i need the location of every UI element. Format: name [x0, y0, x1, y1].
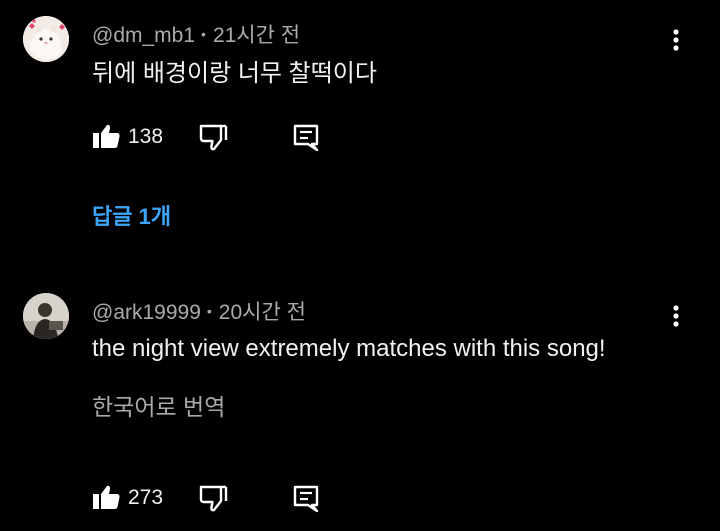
reply-comment-icon — [293, 124, 319, 152]
more-vertical-icon — [673, 29, 679, 51]
person-avatar-icon — [23, 293, 69, 339]
thumbs-down-icon — [199, 124, 228, 151]
thumbs-down-icon — [199, 485, 228, 512]
reply-button[interactable] — [292, 123, 322, 153]
comment-text: 뒤에 배경이랑 너무 찰떡이다 — [92, 60, 377, 87]
user-avatar[interactable] — [23, 16, 69, 62]
comment-actions: 138 — [92, 121, 392, 153]
comment-time: 20시간 전 — [218, 301, 306, 324]
thumbs-up-icon — [93, 124, 120, 148]
view-replies-link[interactable]: 답글 1개 — [92, 204, 171, 230]
comment-meta: @dm_mb1 • 21시간 전 — [92, 22, 300, 48]
thumbs-up-icon — [93, 485, 120, 509]
translate-link[interactable]: 한국어로 번역 — [92, 393, 225, 421]
more-options-button[interactable] — [664, 26, 688, 56]
reply-comment-icon — [293, 485, 319, 513]
like-count: 273 — [128, 486, 164, 509]
user-avatar[interactable] — [23, 293, 69, 339]
comment-actions: 273 — [92, 482, 392, 514]
cat-avatar-icon — [23, 16, 69, 62]
dislike-button[interactable] — [198, 123, 228, 153]
more-vertical-icon — [673, 305, 679, 327]
dislike-button[interactable] — [198, 484, 228, 514]
author-name[interactable]: @ark19999 — [92, 301, 201, 324]
comment-text: the night view extremely matches with th… — [92, 335, 606, 362]
meta-separator: • — [206, 303, 212, 319]
meta-separator: • — [201, 26, 206, 42]
more-options-button[interactable] — [664, 302, 688, 332]
reply-button[interactable] — [292, 484, 322, 514]
like-count: 138 — [128, 125, 164, 148]
comment-time: 21시간 전 — [212, 24, 301, 47]
like-button[interactable] — [92, 482, 122, 512]
comment-meta: @ark19999 • 20시간 전 — [92, 299, 306, 325]
like-button[interactable] — [92, 121, 122, 151]
author-name[interactable]: @dm_mb1 — [92, 24, 195, 47]
